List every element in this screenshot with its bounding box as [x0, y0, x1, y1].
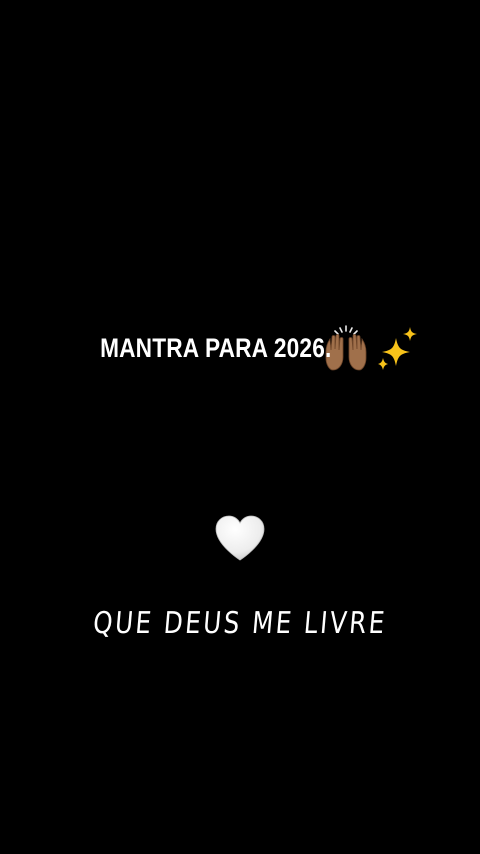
mantra-text: QUE DEUS ME LIVRE: [91, 606, 389, 641]
white-heart-icon: [214, 514, 266, 562]
title-text: MANTRA PARA 2026.: [100, 332, 332, 363]
sparkles-icon: [376, 324, 424, 372]
title-row: MANTRA PARA 2026.: [0, 322, 480, 374]
mantra-row: QUE DEUS ME LIVRE: [0, 606, 480, 641]
